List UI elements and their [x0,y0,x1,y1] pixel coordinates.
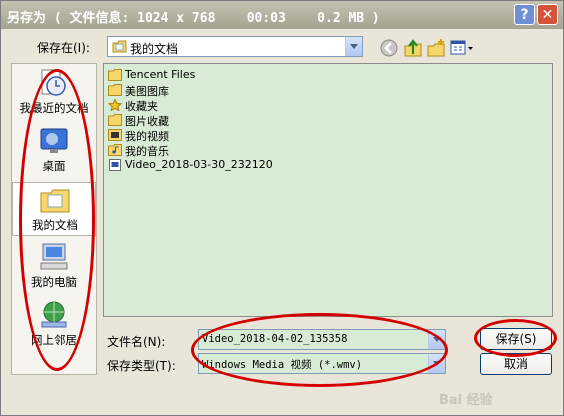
music-folder-icon [108,144,122,156]
back-icon[interactable] [379,38,399,58]
place-label: 我的文档 [32,218,78,232]
filetype-select[interactable]: Windows Media 视频 (*.wmv) [198,353,446,374]
save-in-dropdown[interactable]: 我的文档 [107,36,363,57]
place-my-documents[interactable]: 我的文档 [12,182,96,236]
filetype-dropdown[interactable] [428,354,445,373]
place-label: 网上邻居 [31,333,77,347]
my-computer-icon [40,243,68,270]
close-button[interactable]: ✕ [537,4,558,25]
my-documents-icon [40,189,70,213]
file-name: 图片收藏 [125,115,169,128]
up-folder-icon[interactable] [403,38,423,58]
filetype-label: 保存类型(T): [107,359,176,373]
video-folder-icon [108,129,122,141]
place-label: 我的电脑 [31,275,77,289]
watermark: Bai 经验 [439,393,493,408]
view-menu-icon[interactable] [450,38,474,58]
file-name: 收藏夹 [125,100,158,113]
chevron-down-icon[interactable] [345,37,362,56]
save-button[interactable]: 保存(S) [480,328,552,350]
save-as-dialog: 另存为 ( 文件信息: 1024 x 768 00:03 0.2 MB ) ? … [0,0,564,416]
file-name: 我的视频 [125,130,169,143]
folder-icon [108,69,122,81]
filename-dropdown[interactable] [428,330,445,349]
favorites-star-icon [108,99,122,111]
file-name: 美图图库 [125,85,169,98]
chevron-down-icon[interactable] [428,330,445,349]
place-my-computer[interactable]: 我的电脑 [12,240,96,294]
new-folder-icon[interactable] [426,38,446,58]
place-desktop[interactable]: 桌面 [12,124,96,178]
place-recent-documents[interactable]: 我最近的文档 [12,66,96,120]
video-file-icon [109,159,121,171]
my-documents-icon [112,40,127,53]
place-label: 桌面 [42,159,66,173]
save-in-value: 我的文档 [130,42,179,56]
save-in-label: 保存在(I): [37,41,90,55]
folder-icon [108,114,122,126]
file-name: Video_2018-03-30_232120 [125,158,273,171]
file-name: 我的音乐 [125,145,169,158]
file-list[interactable]: Tencent Files 美图图库 收藏夹 图片收藏 我的视频 我的音乐 Vi… [103,63,553,317]
filename-input[interactable]: Video_2018-04-02_135358 [198,329,446,350]
title-bar[interactable]: 另存为 ( 文件信息: 1024 x 768 00:03 0.2 MB ) ? … [1,1,563,29]
cancel-button[interactable]: 取消 [480,353,552,375]
desktop-icon [40,128,68,153]
network-places-icon [41,301,67,328]
filetype-value: Windows Media 视频 (*.wmv) [202,359,363,371]
filename-value: Video_2018-04-02_135358 [202,333,348,345]
place-network[interactable]: 网上邻居 [12,298,96,352]
places-bar: 我最近的文档 桌面 我的文档 我的电脑 网上邻居 [11,63,97,375]
recent-documents-icon [41,69,66,96]
place-label: 我最近的文档 [19,101,89,115]
folder-icon [108,84,122,96]
window-title: 另存为 ( 文件信息: 1024 x 768 00:03 0.2 MB ) [7,11,380,26]
annotation-ellipse-fields [191,313,448,387]
help-button[interactable]: ? [514,4,535,25]
filename-label: 文件名(N): [107,335,166,349]
file-name: Tencent Files [125,68,196,81]
chevron-down-icon[interactable] [428,354,445,373]
